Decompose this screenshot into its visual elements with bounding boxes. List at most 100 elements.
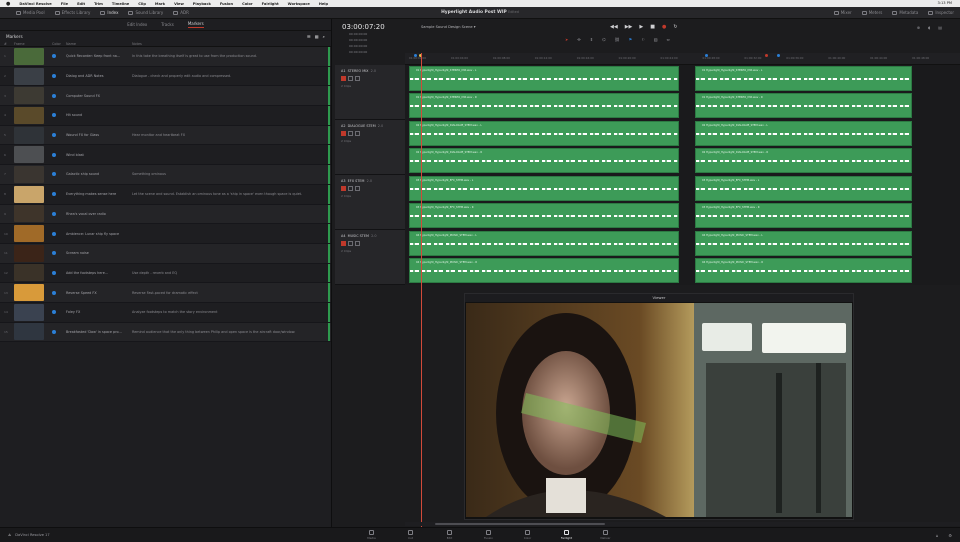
- meters-button[interactable]: Meters: [861, 10, 882, 15]
- audio-clip[interactable]: 01 Hyperlight_Hyperlight_STEREO_MIX.wav …: [409, 93, 679, 118]
- sound-library-button[interactable]: Sound Library: [128, 10, 163, 15]
- search-icon[interactable]: ⌕: [323, 34, 325, 39]
- menu-view[interactable]: View: [174, 2, 184, 6]
- mute-button[interactable]: [355, 186, 360, 191]
- marker-row[interactable]: 3 Computer Sound FX: [0, 86, 331, 107]
- timeline-view-icon[interactable]: ▥: [654, 37, 658, 42]
- timeline-marker[interactable]: [705, 54, 708, 57]
- arm-record-button[interactable]: [341, 241, 346, 246]
- marker-row[interactable]: 11 Scream noise: [0, 243, 331, 264]
- audio-clip[interactable]: 03 Hyperlight_Hyperlight_EFX_STEM.wav - …: [695, 203, 912, 228]
- track-name[interactable]: A1 STEREO MIX 2.0: [341, 69, 399, 73]
- marker-row[interactable]: 5 Wound FX for Glass Hear monitor and hear…: [0, 125, 331, 146]
- index-button[interactable]: Index: [100, 10, 118, 15]
- record-icon[interactable]: ●: [662, 24, 666, 30]
- fast-forward-icon[interactable]: ▶▶: [625, 24, 633, 30]
- page-tab-media[interactable]: Media: [352, 529, 391, 540]
- marker-row[interactable]: 10 Ambience: Lunar ship fly space: [0, 224, 331, 244]
- menu-file[interactable]: File: [61, 2, 68, 6]
- razor-tool-icon[interactable]: ⇞: [590, 37, 593, 42]
- menu-playback[interactable]: Playback: [193, 2, 211, 6]
- track-name[interactable]: A3 EFX STEM 2.0: [341, 179, 399, 183]
- marker-row[interactable]: 2 Dialog and ADR Notes Dialogue - check an…: [0, 66, 331, 87]
- audio-clip[interactable]: 03 Hyperlight_Hyperlight_EFX_STEM.wav - …: [695, 176, 912, 201]
- volume-icon[interactable]: ◖: [928, 25, 930, 30]
- col-number[interactable]: #: [0, 42, 14, 46]
- snap-icon[interactable]: ⌬: [602, 37, 606, 42]
- home-icon[interactable]: ⌂: [936, 533, 939, 538]
- marker-row[interactable]: 15 Breakfasted 'Daw' in space pro... Remin…: [0, 322, 331, 343]
- options-icon[interactable]: ▤: [938, 25, 942, 30]
- playhead[interactable]: [421, 53, 422, 527]
- timeline-marker[interactable]: [777, 54, 780, 57]
- arm-record-button[interactable]: [341, 131, 346, 136]
- audio-clip[interactable]: 03 Hyperlight_Hyperlight_EFX_STEM.wav - …: [409, 203, 679, 228]
- mute-button[interactable]: [355, 76, 360, 81]
- mute-button[interactable]: [355, 131, 360, 136]
- menu-color[interactable]: Color: [242, 2, 253, 6]
- solo-button[interactable]: [348, 186, 353, 191]
- audio-clip[interactable]: 02 Hyperlight_Hyperlight_DIALOGUE_STEM.w…: [409, 148, 679, 173]
- marker-row[interactable]: 1 Quick Recorder: Keep front na... In this…: [0, 47, 331, 67]
- scrollbar-thumb[interactable]: [435, 523, 605, 525]
- inspector-button[interactable]: Inspector: [928, 10, 954, 15]
- solo-button[interactable]: [348, 131, 353, 136]
- audio-clip[interactable]: 01 Hyperlight_Hyperlight_STEREO_MIX.wav …: [695, 93, 912, 118]
- audio-clip[interactable]: 04 Hyperlight_Hyperlight_MUSIC_STEM.wav …: [695, 258, 912, 283]
- marker-row[interactable]: 4 Hit sound: [0, 106, 331, 126]
- flag-icon[interactable]: ⚐: [641, 37, 645, 42]
- col-name[interactable]: Name: [66, 42, 132, 46]
- arm-record-button[interactable]: [341, 76, 346, 81]
- audio-clip[interactable]: 01 Hyperlight_Hyperlight_STEREO_MIX.wav …: [695, 66, 912, 91]
- media-pool-button[interactable]: Media Pool: [16, 10, 45, 15]
- marker-row[interactable]: 12 Add the footsteps here... Use depth - r…: [0, 263, 331, 284]
- menu-mark[interactable]: Mark: [155, 2, 165, 6]
- page-tab-cut[interactable]: Cut: [391, 529, 430, 540]
- col-color[interactable]: Color: [52, 42, 66, 46]
- audio-clip[interactable]: 04 Hyperlight_Hyperlight_MUSIC_STEM.wav …: [409, 231, 679, 256]
- link-icon[interactable]: ⛓: [615, 37, 620, 42]
- menu-workspace[interactable]: Workspace: [288, 2, 310, 6]
- page-tab-color[interactable]: Color: [508, 529, 547, 540]
- zoom-fit-icon[interactable]: ⇔: [667, 37, 670, 42]
- metadata-button[interactable]: Metadata: [892, 10, 918, 15]
- menu-trim[interactable]: Trim: [94, 2, 103, 6]
- timeline-marker[interactable]: [414, 54, 417, 57]
- loop-icon[interactable]: ↻: [673, 24, 677, 30]
- track-header[interactable]: A4 MUSIC STEM 2.0 2 Clips: [335, 230, 405, 285]
- track-header[interactable]: A2 DIALOGUE STEM 2.0 2 Clips: [335, 120, 405, 175]
- solo-button[interactable]: [348, 76, 353, 81]
- stop-icon[interactable]: ■: [650, 24, 655, 30]
- audio-track-lanes[interactable]: 01 Hyperlight_Hyperlight_STEREO_MIX.wav …: [405, 65, 960, 285]
- solo-button[interactable]: [348, 241, 353, 246]
- tab-tracks[interactable]: Tracks: [161, 22, 174, 27]
- page-tab-fusion[interactable]: Fusion: [469, 529, 508, 540]
- timeline-marker[interactable]: [765, 54, 768, 57]
- marker-flag-icon[interactable]: ⚑: [629, 37, 633, 42]
- mute-button[interactable]: [355, 241, 360, 246]
- zoom-icon[interactable]: ⊕: [917, 25, 920, 30]
- tab-markers[interactable]: Markers: [187, 21, 204, 28]
- marker-row[interactable]: 6 Wind blast: [0, 145, 331, 166]
- arm-record-button[interactable]: [341, 186, 346, 191]
- menu-help[interactable]: Help: [319, 2, 328, 6]
- marker-row[interactable]: 14 Foley FX Analyze footsteps to match the…: [0, 302, 331, 323]
- viewer-title[interactable]: Viewer: [465, 294, 853, 302]
- track-name[interactable]: A4 MUSIC STEM 2.0: [341, 234, 399, 238]
- grid-view-icon[interactable]: ▦: [315, 34, 319, 39]
- list-view-icon[interactable]: ☰: [307, 34, 311, 39]
- marker-row[interactable]: 7 Galactic ship sound Something ominous: [0, 165, 331, 185]
- pointer-tool-icon[interactable]: ➤: [565, 37, 568, 42]
- menu-fairlight[interactable]: Fairlight: [262, 2, 279, 6]
- timeline-scrollbar[interactable]: [405, 522, 960, 526]
- rewind-icon[interactable]: ◀◀: [610, 24, 618, 30]
- audio-clip[interactable]: 01 Hyperlight_Hyperlight_STEREO_MIX.wav …: [409, 66, 679, 91]
- track-name[interactable]: A2 DIALOGUE STEM 2.0: [341, 124, 399, 128]
- settings-gear-icon[interactable]: ⚙: [948, 533, 952, 538]
- col-notes[interactable]: Notes: [132, 42, 142, 46]
- page-tab-edit[interactable]: Edit: [430, 529, 469, 540]
- menu-clip[interactable]: Clip: [138, 2, 146, 6]
- menu-app[interactable]: DaVinci Resolve: [19, 2, 51, 6]
- timecode-display[interactable]: 03:00:07:20: [335, 19, 405, 31]
- track-header[interactable]: A1 STEREO MIX 2.0 2 Clips: [335, 65, 405, 120]
